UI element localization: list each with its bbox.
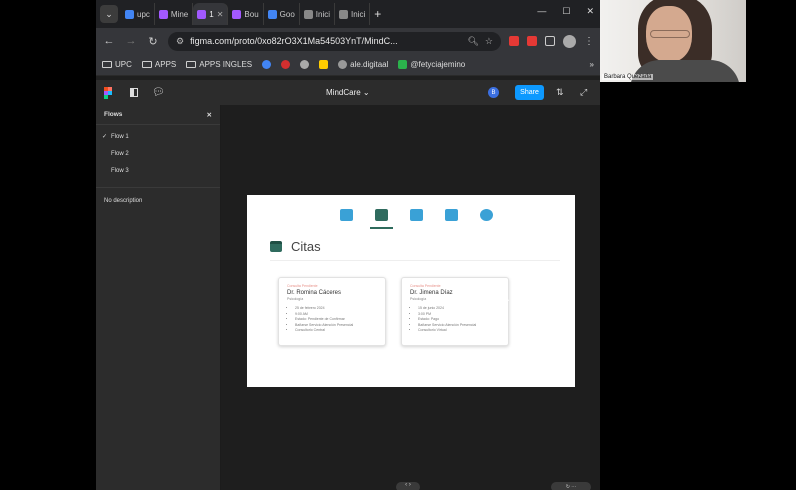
- browser-tab[interactable]: Inici: [300, 3, 335, 25]
- extensions-puzzle-icon[interactable]: [545, 36, 555, 46]
- prototype-nav-control[interactable]: ‹ ›: [396, 482, 420, 490]
- video-icon[interactable]: [409, 208, 424, 222]
- comment-icon[interactable]: 💬︎: [152, 87, 165, 98]
- profile-avatar[interactable]: [563, 34, 576, 48]
- figma-logo-icon[interactable]: [104, 86, 112, 99]
- close-tab-icon[interactable]: ✕: [217, 10, 224, 19]
- bookmark-item[interactable]: ale.digitaal: [338, 60, 388, 69]
- address-bar: ← → ↻ ⚙ figma.com/proto/0xo82rO3X1Ma5450…: [96, 28, 600, 54]
- doctor-name: Dr. Jimena Díaz: [410, 290, 453, 296]
- folder-icon: [102, 61, 112, 68]
- flow-description: No description: [104, 198, 143, 204]
- window-controls: — ☐ ✕: [537, 6, 594, 17]
- extension-icon[interactable]: [527, 36, 537, 46]
- globe-icon: [339, 9, 348, 19]
- figma-toolbar: 💬︎ MindCare ⌄ B Share ⇅ ⤢: [96, 80, 600, 105]
- maximize-icon[interactable]: ☐: [562, 6, 570, 17]
- participant-name: Barbara Quezada: [602, 74, 654, 80]
- folder-icon: [141, 61, 152, 68]
- more-bookmarks-icon[interactable]: »: [590, 60, 594, 69]
- calendar-icon: [270, 241, 282, 252]
- fullscreen-icon[interactable]: ⤢: [580, 87, 587, 98]
- green-icon: [398, 60, 408, 69]
- bookmark-item[interactable]: @fetyciajemino: [398, 60, 465, 69]
- file-title[interactable]: MindCare ⌄: [326, 88, 370, 97]
- globe-icon[interactable]: [300, 60, 310, 69]
- browser-tab[interactable]: Inici: [335, 3, 371, 25]
- google-icon[interactable]: [262, 60, 272, 69]
- bookmark-icon[interactable]: [281, 60, 291, 69]
- flow-item[interactable]: Flow 3: [96, 162, 220, 179]
- share-button[interactable]: Share: [515, 85, 544, 100]
- reload-icon[interactable]: ↻: [146, 35, 160, 48]
- browser-window: ⌄ upc Mine 1 ✕ Bou Goo Inici Inici + — ☐ …: [96, 0, 600, 490]
- prototype-frame[interactable]: Citas Consulta Pendiente Dr. Romina Cáce…: [247, 195, 575, 387]
- doctor-name: Dr. Romina Cáceres: [287, 290, 342, 296]
- flows-header: Flows ✕: [96, 105, 220, 125]
- figma-icon: [232, 9, 242, 19]
- bookmark-star-icon[interactable]: ☆: [485, 36, 493, 47]
- screen: ⌄ upc Mine 1 ✕ Bou Goo Inici Inici + — ☐ …: [0, 0, 796, 490]
- zoom-icon[interactable]: 🔍︎: [467, 36, 478, 47]
- document-icon[interactable]: [444, 208, 459, 222]
- flows-panel: Flows ✕ ✓ Flow 1 Flow 2 Flow 3 No descrip…: [96, 105, 221, 490]
- webcam-feed: Barbara Quezada: [600, 0, 746, 82]
- settings-icon[interactable]: [479, 208, 494, 222]
- bookmark-item[interactable]: UPC: [102, 60, 132, 69]
- site-info-icon[interactable]: ⚙: [176, 36, 184, 47]
- flow-item[interactable]: ✓ Flow 1: [96, 128, 220, 145]
- appointment-details: 15 de junio 2024 3:00 PM Estado: Pago Ba…: [410, 306, 500, 334]
- tab-favicon-icon: [267, 9, 277, 19]
- tab-search-button[interactable]: ⌄: [100, 5, 118, 23]
- bookmark-icon[interactable]: [319, 60, 329, 69]
- panel-toggle-icon[interactable]: [130, 88, 138, 97]
- browser-menu-icon[interactable]: ⋮: [584, 36, 594, 47]
- user-avatar[interactable]: B: [488, 87, 499, 98]
- options-icon[interactable]: ⇅: [556, 87, 564, 98]
- url-field[interactable]: ⚙ figma.com/proto/0xo82rO3X1Ma54503YnT/M…: [168, 31, 501, 51]
- globe-icon: [303, 9, 313, 19]
- back-icon[interactable]: ←: [102, 35, 116, 47]
- forward-icon[interactable]: →: [124, 35, 138, 47]
- browser-tab[interactable]: Mine: [155, 3, 194, 25]
- app-top-nav: [339, 208, 494, 229]
- tab-bar: ⌄ upc Mine 1 ✕ Bou Goo Inici Inici + — ☐ …: [96, 0, 600, 28]
- divider: [270, 260, 560, 261]
- close-icon[interactable]: ✕: [207, 111, 212, 119]
- appointment-details: 25 de febrero 2024 9:00 AM Estado: Pendi…: [287, 306, 377, 334]
- page-heading: Citas: [270, 239, 321, 254]
- browser-tab-active[interactable]: 1 ✕: [193, 3, 229, 25]
- appointment-status: Consulta Pendiente: [410, 284, 441, 288]
- snowflake-icon[interactable]: [339, 208, 354, 222]
- bookmark-item[interactable]: APPS INGLES: [186, 60, 252, 69]
- doctor-specialty: Psicología: [410, 297, 427, 301]
- flow-item[interactable]: Flow 2: [96, 145, 220, 162]
- browser-tab[interactable]: upc: [121, 3, 155, 25]
- globe-icon: [338, 60, 348, 69]
- appointment-status: Consulta Pendiente: [287, 284, 318, 288]
- folder-icon: [186, 61, 197, 68]
- check-icon: ✓: [102, 134, 108, 140]
- page-title: Citas: [291, 239, 321, 254]
- appointment-card[interactable]: Consulta Pendiente Dr. Jimena Díaz Psico…: [401, 277, 509, 346]
- browser-tab[interactable]: Bou: [228, 3, 264, 25]
- doctor-specialty: Psicología: [287, 297, 304, 301]
- bookmarks-bar: UPC APPS APPS INGLES ale.digitaal @fetyc…: [96, 54, 600, 76]
- browser-tab[interactable]: Goo: [264, 3, 300, 25]
- prototype-canvas: Citas Consulta Pendiente Dr. Romina Cáce…: [221, 105, 600, 490]
- calendar-icon[interactable]: [370, 208, 393, 229]
- figma-icon: [158, 9, 168, 19]
- minimize-icon[interactable]: —: [537, 6, 546, 17]
- new-tab-button[interactable]: +: [374, 7, 381, 21]
- appointment-card[interactable]: Consulta Pendiente Dr. Romina Cáceres Ps…: [278, 277, 386, 346]
- close-window-icon[interactable]: ✕: [586, 6, 594, 17]
- extension-icon[interactable]: [509, 36, 519, 46]
- restart-control[interactable]: ↻ ···: [551, 482, 591, 490]
- bookmark-item[interactable]: APPS: [141, 60, 176, 69]
- figma-icon: [197, 9, 207, 19]
- tab-favicon-icon: [125, 9, 134, 19]
